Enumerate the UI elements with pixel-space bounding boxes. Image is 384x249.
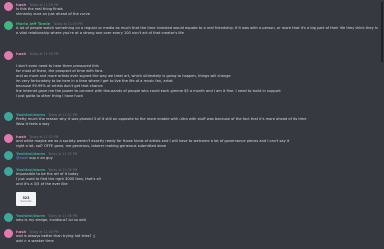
avatar[interactable] xyxy=(4,167,13,176)
avatar[interactable] xyxy=(4,2,13,11)
user-mention[interactable]: @hash xyxy=(16,156,28,160)
timestamp: Today at 11:30 PM xyxy=(29,52,59,56)
message-text: @hash sup n an guy xyxy=(16,156,53,160)
avatar[interactable] xyxy=(4,151,13,160)
message-text: i just gotta to other thing i have huck xyxy=(16,94,84,98)
avatar[interactable] xyxy=(4,112,13,121)
message-text: who is my sledge, invidious? lol so odd xyxy=(16,218,86,222)
chat-message-list: hash Today at 11:28 PM Is this the real t… xyxy=(0,0,384,249)
avatar[interactable] xyxy=(4,134,13,143)
message-text: odd > a weaker time xyxy=(16,239,54,243)
message-text: right a lot, sol? OFFE gone, me generous… xyxy=(16,144,167,148)
embed-card[interactable]: 323 Seconds xyxy=(16,192,36,206)
avatar[interactable] xyxy=(4,21,13,30)
scrollbar[interactable] xyxy=(381,2,383,62)
message-text: and it's a 3/5 of the ever like xyxy=(16,182,68,186)
message-text: shmanky aura on just ahead of the curve xyxy=(16,12,91,16)
avatar[interactable] xyxy=(4,229,13,238)
embed-subtitle: Seconds xyxy=(20,199,32,203)
message-text: a vital relationship where you're at a s… xyxy=(16,31,184,35)
avatar[interactable] xyxy=(4,213,13,222)
message-text: Wow it feels a way xyxy=(16,122,50,126)
avatar[interactable] xyxy=(4,51,13,60)
username[interactable]: hash Today at 11:30 PM xyxy=(16,51,59,56)
